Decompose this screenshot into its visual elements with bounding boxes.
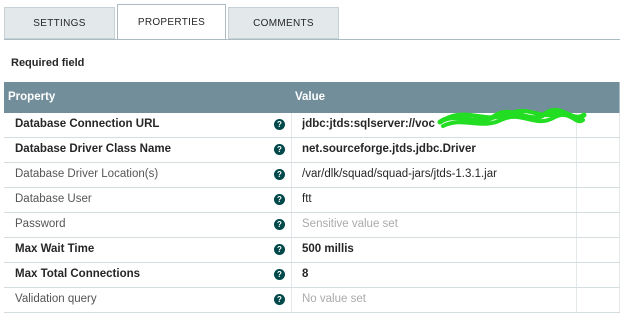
- actions-column-divider: [576, 138, 577, 162]
- property-value[interactable]: net.sourceforge.jtds.jdbc.Driver: [302, 143, 570, 155]
- required-field-note: Required field: [11, 57, 85, 69]
- property-name: Database User: [15, 193, 92, 205]
- question-circle-icon[interactable]: ?: [274, 144, 285, 155]
- property-value[interactable]: /var/dlk/squad/squad-jars/jtds-1.3.1.jar: [302, 168, 570, 180]
- value-column-header[interactable]: Value: [295, 91, 325, 103]
- property-name: Validation query: [15, 293, 97, 305]
- property-name: Database Connection URL: [15, 118, 160, 130]
- actions-column-divider: [576, 163, 577, 187]
- table-row[interactable]: Max Wait Time? 500 millis: [4, 238, 620, 263]
- actions-column-divider: [576, 263, 577, 287]
- table-row[interactable]: Max Total Connections? 8: [4, 263, 620, 288]
- column-divider: [291, 263, 292, 287]
- column-divider: [291, 213, 292, 237]
- tab-comments[interactable]: COMMENTS: [228, 7, 339, 39]
- tab-bar: SETTINGS PROPERTIES COMMENTS: [0, 0, 620, 40]
- property-value[interactable]: 500 millis: [302, 243, 570, 255]
- property-value[interactable]: ftt: [302, 193, 570, 205]
- column-divider: [291, 288, 292, 312]
- table-row[interactable]: Database User? ftt: [4, 188, 620, 213]
- question-circle-icon[interactable]: ?: [274, 269, 285, 280]
- question-circle-icon[interactable]: ?: [274, 119, 285, 130]
- property-value[interactable]: 8: [302, 268, 570, 280]
- table-row[interactable]: Database Driver Location(s)? /var/dlk/squ…: [4, 163, 620, 188]
- property-column-header[interactable]: Property: [8, 91, 55, 103]
- column-divider: [291, 138, 292, 162]
- property-name: Database Driver Location(s): [15, 168, 159, 180]
- tab-settings[interactable]: SETTINGS: [4, 7, 115, 39]
- actions-column-divider: [576, 238, 577, 262]
- table-body: Database Connection URL? jdbc:jtds:sqlser…: [4, 113, 620, 313]
- property-value[interactable]: No value set: [302, 293, 570, 305]
- redaction-scribble: [437, 107, 587, 128]
- table-row[interactable]: Password? Sensitive value set: [4, 213, 620, 238]
- tab-divider: [4, 39, 620, 40]
- question-circle-icon[interactable]: ?: [274, 219, 285, 230]
- actions-column-divider: [576, 188, 577, 212]
- question-circle-icon[interactable]: ?: [274, 244, 285, 255]
- table-row[interactable]: Database Driver Class Name? net.sourcefor…: [4, 138, 620, 163]
- tab-properties[interactable]: PROPERTIES: [117, 4, 226, 40]
- question-circle-icon[interactable]: ?: [274, 194, 285, 205]
- column-divider: [291, 113, 292, 137]
- question-circle-icon[interactable]: ?: [274, 169, 285, 180]
- column-divider: [291, 238, 292, 262]
- property-value[interactable]: Sensitive value set: [302, 218, 570, 230]
- question-circle-icon[interactable]: ?: [274, 294, 285, 305]
- column-divider: [291, 188, 292, 212]
- property-name: Database Driver Class Name: [15, 143, 171, 155]
- table-row[interactable]: Validation query? No value set: [4, 288, 620, 313]
- column-divider: [291, 163, 292, 187]
- property-name: Max Total Connections: [15, 268, 141, 280]
- property-name: Password: [15, 218, 66, 230]
- actions-column-divider: [576, 213, 577, 237]
- actions-column-divider: [576, 288, 577, 312]
- property-name: Max Wait Time: [15, 243, 95, 255]
